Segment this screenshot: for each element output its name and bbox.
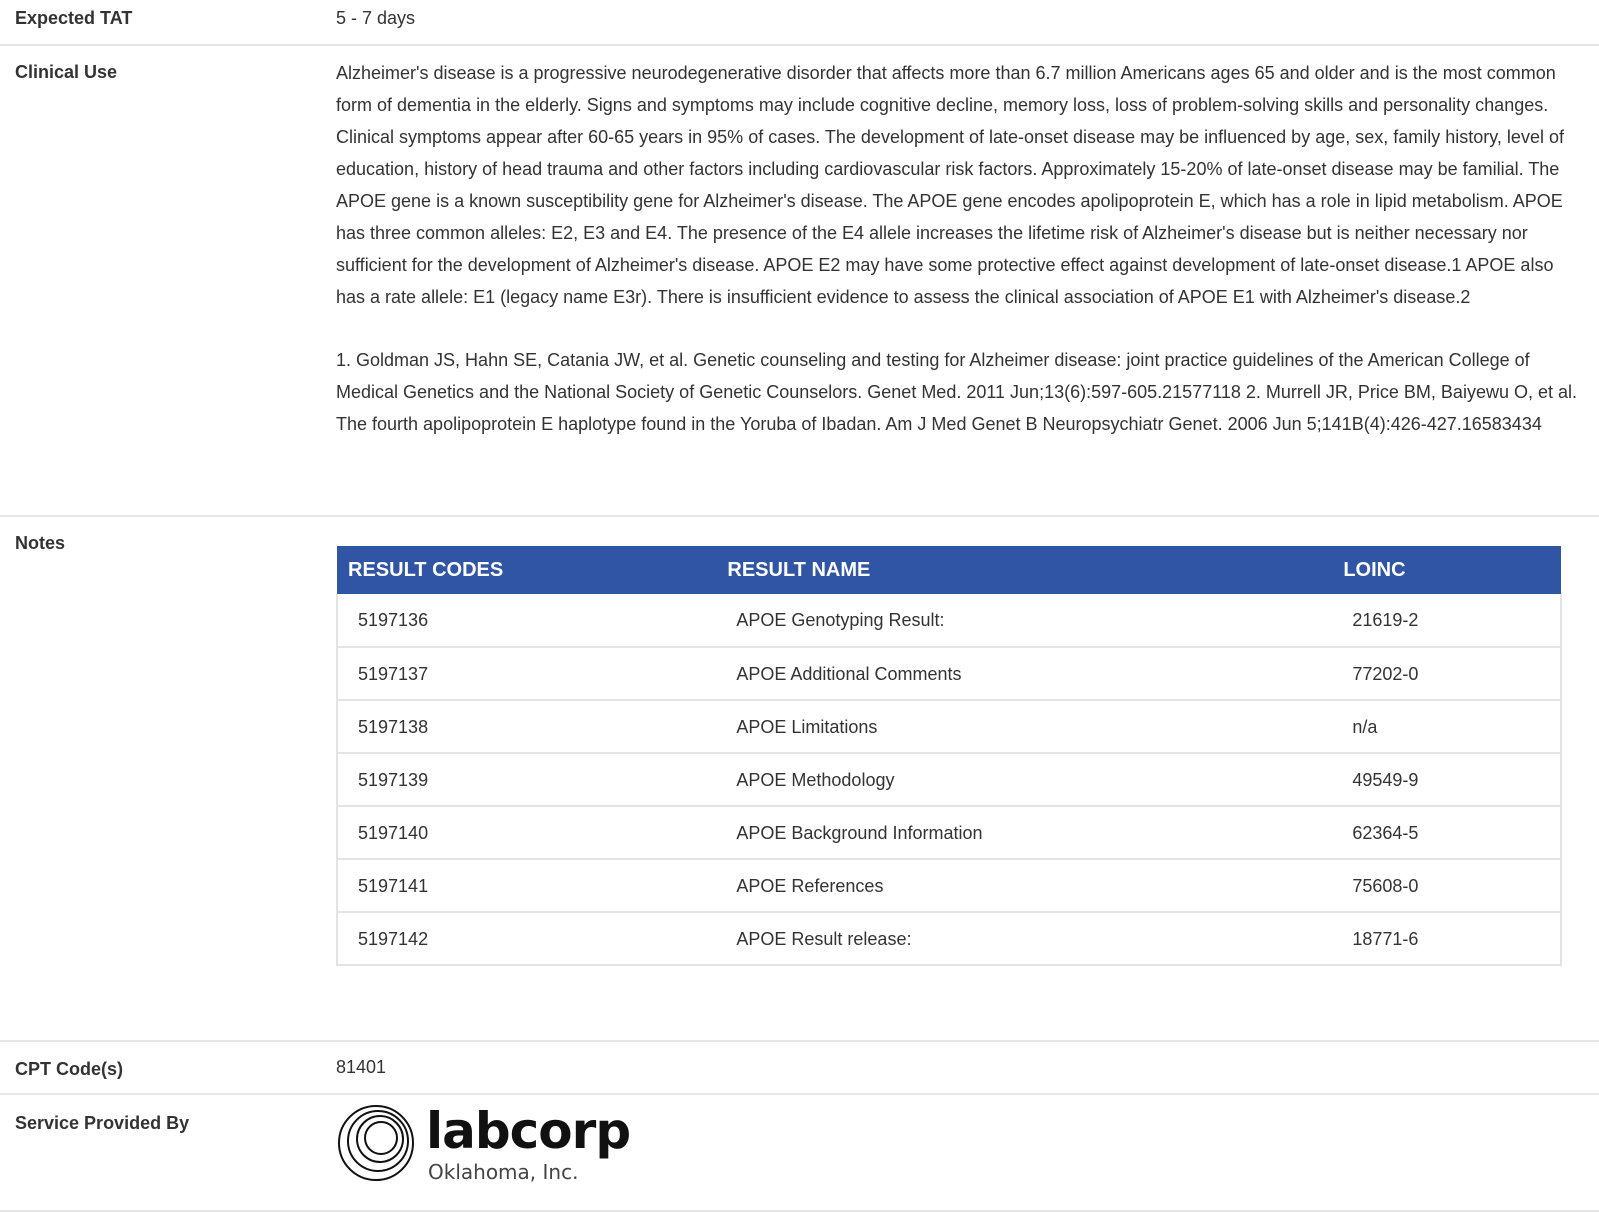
table-header-row: RESULT CODES RESULT NAME LOINC bbox=[337, 546, 1561, 594]
service-provider-value: labcorp Oklahoma, Inc. bbox=[336, 1095, 1599, 1210]
cpt-codes-label: CPT Code(s) bbox=[15, 1059, 123, 1079]
result-code-cell: 5197141 bbox=[335, 859, 717, 913]
notes-row: Notes RESULT CODES RESULT NAME LOINC 519… bbox=[0, 517, 1599, 1042]
result-code-cell: 5197138 bbox=[335, 700, 717, 754]
cpt-codes-row: CPT Code(s) 81401 bbox=[0, 1042, 1599, 1095]
loinc-cell: 49549-9 bbox=[1332, 753, 1562, 807]
result-code-cell: 5197139 bbox=[335, 753, 717, 807]
header-loinc: LOINC bbox=[1332, 546, 1561, 594]
notes-value: RESULT CODES RESULT NAME LOINC 5197136 A… bbox=[335, 517, 1599, 1040]
loinc-cell: 21619-2 bbox=[1332, 594, 1562, 648]
result-code-cell: 5197137 bbox=[335, 647, 717, 701]
table-row: 5197139 APOE Methodology 49549-9 bbox=[335, 753, 1562, 807]
labcorp-logo: labcorp Oklahoma, Inc. bbox=[336, 1103, 636, 1203]
result-code-cell: 5197142 bbox=[335, 912, 717, 966]
clinical-use-label: Clinical Use bbox=[15, 62, 118, 82]
result-name-cell: APOE Result release: bbox=[716, 912, 1333, 966]
clinical-use-references: 1. Goldman JS, Hahn SE, Catania JW, et a… bbox=[336, 350, 1577, 434]
result-name-cell: APOE Methodology bbox=[716, 753, 1333, 807]
result-codes-table: RESULT CODES RESULT NAME LOINC 5197136 A… bbox=[335, 546, 1562, 966]
labcorp-circles-icon bbox=[338, 1105, 414, 1181]
result-name-cell: APOE Additional Comments bbox=[716, 647, 1333, 701]
table-row: 5197136 APOE Genotyping Result: 21619-2 bbox=[335, 594, 1562, 648]
loinc-cell: n/a bbox=[1332, 700, 1562, 754]
expected-tat-value: 5 - 7 days bbox=[336, 8, 416, 28]
result-code-cell: 5197136 bbox=[335, 594, 717, 648]
loinc-cell: 62364-5 bbox=[1332, 806, 1562, 860]
table-row: 5197141 APOE References 75608-0 bbox=[335, 859, 1562, 913]
header-result-name: RESULT NAME bbox=[716, 546, 1333, 594]
loinc-cell: 75608-0 bbox=[1332, 859, 1562, 913]
service-provider-row: Service Provided By labcorp Oklahoma, In… bbox=[0, 1095, 1599, 1212]
result-code-cell: 5197140 bbox=[335, 806, 717, 860]
table-row: 5197138 APOE Limitations n/a bbox=[335, 700, 1562, 754]
table-row: 5197140 APOE Background Information 6236… bbox=[335, 806, 1562, 860]
result-name-cell: APOE References bbox=[716, 859, 1333, 913]
labcorp-subtitle: Oklahoma, Inc. bbox=[428, 1160, 579, 1184]
notes-label: Notes bbox=[15, 533, 66, 553]
service-provider-label: Service Provided By bbox=[15, 1113, 190, 1133]
result-name-cell: APOE Background Information bbox=[716, 806, 1333, 860]
expected-tat-row: Expected TAT 5 - 7 days bbox=[0, 0, 1599, 46]
cpt-codes-value: 81401 bbox=[336, 1057, 387, 1077]
result-name-cell: APOE Limitations bbox=[716, 700, 1333, 754]
labcorp-wordmark: labcorp bbox=[426, 1102, 631, 1160]
expected-tat-label: Expected TAT bbox=[15, 8, 133, 28]
loinc-cell: 18771-6 bbox=[1332, 912, 1562, 966]
loinc-cell: 77202-0 bbox=[1332, 647, 1562, 701]
header-result-codes: RESULT CODES bbox=[337, 546, 717, 594]
clinical-use-value: Alzheimer's disease is a progressive neu… bbox=[336, 46, 1599, 515]
labcorp-logo-text: labcorp Oklahoma, Inc. bbox=[426, 1102, 631, 1185]
clinical-use-row: Clinical Use Alzheimer's disease is a pr… bbox=[0, 46, 1599, 517]
table-row: 5197137 APOE Additional Comments 77202-0 bbox=[335, 647, 1562, 701]
result-name-cell: APOE Genotyping Result: bbox=[716, 594, 1333, 648]
table-row: 5197142 APOE Result release: 18771-6 bbox=[335, 912, 1562, 966]
clinical-use-paragraph: Alzheimer's disease is a progressive neu… bbox=[336, 63, 1564, 307]
